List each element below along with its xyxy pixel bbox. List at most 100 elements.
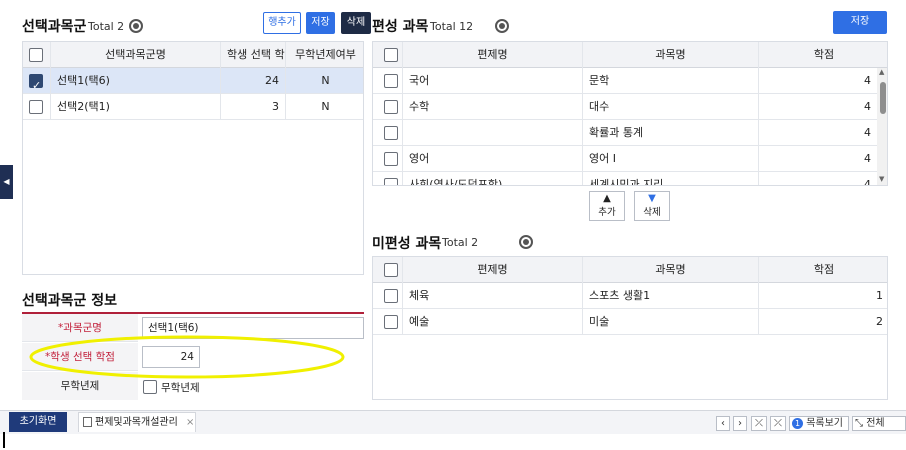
row-checkbox-cell (373, 172, 403, 185)
group-info-title: 선택과목군 정보 (22, 293, 118, 309)
table-row[interactable]: 사회(역사/도덕포함) 세계시민과 지리 4 (373, 172, 887, 186)
unorganized-grid: 편제명 과목명 학점 체육 스포츠 생활1 1 예술 미술 2 (372, 256, 888, 400)
row-checkbox[interactable] (29, 100, 43, 114)
credits-cell: 4 (864, 100, 871, 113)
all-button[interactable]: ⤡ 전체 (852, 416, 906, 431)
group-name-cell: 선택2(택1) (51, 94, 221, 120)
organized-settings-gear-icon[interactable] (494, 19, 509, 33)
list-view-label: 목록보기 (806, 418, 843, 429)
close-tab-icon[interactable]: × (186, 417, 194, 428)
scroll-down-icon[interactable]: ▼ (879, 175, 884, 183)
add-subject-label: 추가 (598, 207, 616, 218)
unorganized-settings-gear-icon[interactable] (519, 235, 533, 249)
table-row[interactable]: 예술 미술 2 (373, 309, 887, 335)
no-grade-cell: N (321, 100, 330, 113)
no-grade-checkbox[interactable] (143, 380, 157, 394)
subject-cell: 문학 (583, 68, 759, 94)
row-checkbox[interactable] (384, 289, 398, 303)
close-others-icon: ⤫ (755, 418, 763, 429)
settings-gear-icon[interactable] (129, 19, 143, 33)
row-checkbox[interactable] (384, 178, 398, 185)
collapse-handle[interactable]: ◀ (0, 165, 13, 199)
group-name-cell: 선택1(택6) (51, 68, 221, 94)
header-checkbox-cell (373, 257, 403, 283)
col-credits: 학점 (813, 263, 835, 276)
col-group: 편제명 (403, 257, 583, 283)
close-all-button[interactable]: ⤫ (770, 416, 786, 431)
credits-cell: 3 (221, 94, 286, 120)
table-row[interactable]: 국어 문학 4 (373, 68, 887, 94)
row-checkbox-cell (373, 146, 403, 172)
grid-header: 편제명 과목명 학점 (373, 42, 887, 68)
vertical-scrollbar[interactable]: ▲ ▼ (877, 68, 887, 185)
group-cell (403, 120, 583, 146)
select-all-checkbox[interactable] (29, 48, 43, 62)
left-delete-button[interactable]: 삭제 (341, 12, 371, 34)
prev-tab-button[interactable]: ‹ (716, 416, 730, 431)
highlight-annotation (29, 335, 345, 379)
row-checkbox[interactable] (29, 73, 43, 94)
active-tab[interactable]: 편제및과목개설관리 × (78, 412, 196, 432)
add-row-button[interactable]: 행추가 (263, 12, 301, 34)
document-icon (83, 417, 92, 427)
table-row[interactable]: 영어 영어 I 4 (373, 146, 887, 172)
close-others-button[interactable]: ⤫ (751, 416, 767, 431)
group-cell: 예술 (403, 309, 583, 335)
row-checkbox[interactable] (384, 126, 398, 140)
left-save-button[interactable]: 저장 (306, 12, 335, 34)
selected-group-total: Total 2 (88, 20, 125, 33)
text-cursor (3, 432, 5, 448)
row-checkbox-cell (373, 283, 403, 309)
credits-cell: 4 (864, 126, 871, 139)
scroll-up-icon[interactable]: ▲ (879, 68, 884, 76)
subject-cell: 세계시민과 지리 (583, 172, 759, 185)
table-row[interactable]: 선택1(택6) 24 N (23, 68, 363, 94)
table-row[interactable]: 수학 대수 4 (373, 94, 887, 120)
home-tab[interactable]: 초기화면 (9, 412, 67, 432)
col-no-grade: 무학년제여부 (295, 48, 356, 61)
arrow-down-icon: ▼ (648, 193, 656, 204)
organized-grid: 편제명 과목명 학점 국어 문학 4 수학 대수 4 확률과 통계 4 영어 영… (372, 41, 888, 186)
chevron-left-icon: ‹ (721, 418, 725, 429)
subject-cell: 영어 I (583, 146, 759, 172)
scrollbar-thumb[interactable] (880, 82, 886, 114)
select-all-checkbox[interactable] (384, 48, 398, 62)
row-checkbox[interactable] (384, 74, 398, 88)
subject-cell: 미술 (583, 309, 759, 335)
organized-title: 편성 과목 (372, 19, 429, 35)
credits-cell: 4 (864, 74, 871, 87)
no-grade-checkbox-label: 무학년제 (161, 382, 200, 394)
remove-subject-label: 삭제 (643, 207, 661, 218)
row-checkbox-cell (23, 68, 51, 94)
remove-subject-button[interactable]: ▼ 삭제 (634, 191, 670, 221)
table-row[interactable]: 확률과 통계 4 (373, 120, 887, 146)
table-row[interactable]: 체육 스포츠 생활1 1 (373, 283, 887, 309)
organized-save-button[interactable]: 저장 (833, 11, 887, 34)
select-all-checkbox[interactable] (384, 263, 398, 277)
row-checkbox-cell (373, 309, 403, 335)
no-grade-cell: N (321, 74, 330, 87)
row-checkbox-cell (373, 94, 403, 120)
grid-header: 편제명 과목명 학점 (373, 257, 887, 283)
table-row[interactable]: 선택2(택1) 3 N (23, 94, 363, 120)
list-view-button[interactable]: 1 목록보기 (789, 416, 849, 431)
organized-total: Total 12 (430, 20, 474, 33)
header-checkbox-cell (373, 42, 403, 68)
row-checkbox[interactable] (384, 100, 398, 114)
col-subject: 과목명 (583, 257, 759, 283)
subject-cell: 스포츠 생활1 (583, 283, 759, 309)
credits-cell: 24 (221, 68, 286, 94)
add-subject-button[interactable]: ▲ 추가 (589, 191, 625, 221)
active-tab-label: 편제및과목개설관리 (95, 417, 178, 428)
row-checkbox-cell (23, 94, 51, 120)
credits-cell: 4 (864, 152, 871, 165)
credits-cell: 1 (876, 289, 883, 302)
credits-cell: 4 (864, 178, 871, 186)
group-cell: 영어 (403, 146, 583, 172)
next-tab-button[interactable]: › (733, 416, 747, 431)
row-checkbox[interactable] (384, 315, 398, 329)
row-checkbox-cell (373, 120, 403, 146)
chevron-left-icon: ◀ (3, 177, 10, 186)
row-checkbox[interactable] (384, 152, 398, 166)
credits-cell: 2 (876, 315, 883, 328)
